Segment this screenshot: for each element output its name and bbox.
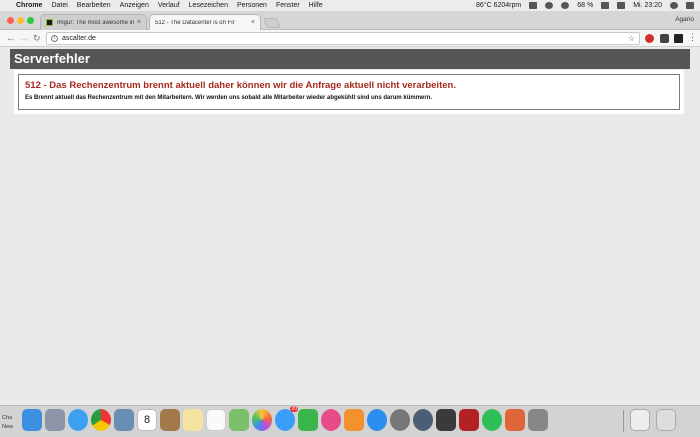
new-tab-button[interactable] (263, 18, 281, 28)
browser-toolbar: ← → ↻ i ascalter.de ☆ ⋮ (0, 30, 700, 47)
contacts-icon[interactable] (160, 409, 180, 431)
dock-separator (623, 410, 624, 432)
ibooks-icon[interactable] (344, 409, 364, 431)
clock[interactable]: Mi. 23:20 (633, 2, 662, 9)
whatsapp-icon[interactable] (482, 409, 502, 431)
feed-icon[interactable] (505, 409, 525, 431)
signal-icon[interactable] (529, 2, 538, 9)
tab-title: 512 - The Datacenter is on Fir (155, 19, 235, 26)
reminders-icon[interactable] (206, 409, 226, 431)
chrome-menu-icon[interactable]: ⋮ (688, 32, 697, 43)
page-content: Serverfehler 512 - Das Rechenzentrum bre… (0, 47, 700, 405)
adblock-icon[interactable] (645, 34, 654, 43)
app-menu-chrome[interactable]: Chrome (16, 2, 42, 9)
info-icon[interactable]: i (51, 35, 58, 42)
menu-hilfe[interactable]: Hilfe (309, 2, 323, 9)
minimize-window-button[interactable] (17, 17, 24, 24)
appstore-icon[interactable] (367, 409, 387, 431)
temperature-status[interactable]: 86°C 6204rpm (476, 2, 521, 9)
menu-verlauf[interactable]: Verlauf (158, 2, 180, 9)
profile-name[interactable]: Agario (675, 16, 694, 23)
menu-datei[interactable]: Datei (51, 2, 67, 9)
tunnel-icon[interactable] (561, 2, 570, 9)
launchpad-icon[interactable] (45, 409, 65, 431)
forward-button[interactable]: → (19, 32, 29, 45)
menu-anzeigen[interactable]: Anzeigen (120, 2, 149, 9)
address-bar[interactable]: i ascalter.de ☆ (46, 32, 640, 45)
menu-bar: Chrome Datei Bearbeiten Anzeigen Verlauf… (0, 0, 700, 11)
itunes-icon[interactable] (321, 409, 341, 431)
facetime-icon[interactable] (298, 409, 318, 431)
close-icon[interactable]: × (251, 19, 255, 26)
close-window-button[interactable] (7, 17, 14, 24)
page-title: Serverfehler (10, 49, 690, 69)
menu-bearbeiten[interactable]: Bearbeiten (77, 2, 111, 9)
quicktime-icon[interactable] (413, 409, 433, 431)
dock-label: New (2, 424, 14, 430)
menu-fenster[interactable]: Fenster (276, 2, 300, 9)
system-preferences-icon[interactable] (390, 409, 410, 431)
messages-badge: 20 (290, 406, 298, 412)
flag-icon[interactable] (617, 2, 626, 9)
sublime-icon[interactable] (436, 409, 456, 431)
maps-icon[interactable] (229, 409, 249, 431)
finder-icon[interactable] (22, 409, 42, 431)
error-title: 512 - Das Rechenzentrum brennt aktuell d… (25, 80, 456, 91)
extension-icon[interactable] (660, 34, 669, 43)
bookmark-star-icon[interactable]: ☆ (628, 34, 635, 43)
chrome-icon[interactable] (91, 409, 111, 431)
safari-icon[interactable] (68, 409, 88, 431)
preview-icon[interactable] (114, 409, 134, 431)
photos-icon[interactable] (252, 409, 272, 431)
battery-icon[interactable] (601, 2, 610, 9)
reload-button[interactable]: ↻ (33, 32, 41, 45)
spotlight-icon[interactable] (670, 2, 678, 9)
tab-imgur[interactable]: Imgur: The most awesome ima × (40, 14, 147, 30)
back-button[interactable]: ← (6, 32, 16, 45)
tab-serverfehler[interactable]: 512 - The Datacenter is on Fir × (149, 14, 261, 30)
textedit-icon[interactable] (528, 409, 548, 431)
trash-icon[interactable] (656, 409, 676, 431)
imgur-icon (46, 19, 53, 26)
close-icon[interactable]: × (137, 19, 141, 26)
dock-label: Cha (2, 415, 13, 421)
url-text[interactable]: ascalter.de (62, 35, 96, 42)
extension-icon[interactable] (674, 34, 683, 43)
wifi-icon[interactable] (545, 2, 554, 9)
dock-apps: 8 20 (22, 406, 548, 431)
error-panel: 512 - Das Rechenzentrum brennt aktuell d… (18, 74, 680, 110)
messages-icon[interactable]: 20 (275, 406, 298, 431)
calendar-icon[interactable]: 8 (137, 409, 157, 431)
notification-center-icon[interactable] (686, 2, 694, 9)
dock: Cha New 8 20 (0, 405, 700, 437)
dock-left-labels: Cha New (2, 414, 13, 432)
menu-personen[interactable]: Personen (237, 2, 267, 9)
tab-title: Imgur: The most awesome ima (57, 19, 134, 26)
filezilla-icon[interactable] (459, 409, 479, 431)
downloads-icon[interactable] (630, 409, 650, 431)
menu-lesezeichen[interactable]: Lesezeichen (189, 2, 228, 9)
error-box: 512 - Das Rechenzentrum brennt aktuell d… (14, 70, 684, 114)
error-message: Es Brennt aktuell das Rechenzentrum mit … (25, 95, 433, 101)
notes-icon[interactable] (183, 409, 203, 431)
tab-strip: Imgur: The most awesome ima × 512 - The … (0, 11, 700, 30)
battery-percent[interactable]: 68 % (577, 2, 593, 9)
zoom-window-button[interactable] (27, 17, 34, 24)
